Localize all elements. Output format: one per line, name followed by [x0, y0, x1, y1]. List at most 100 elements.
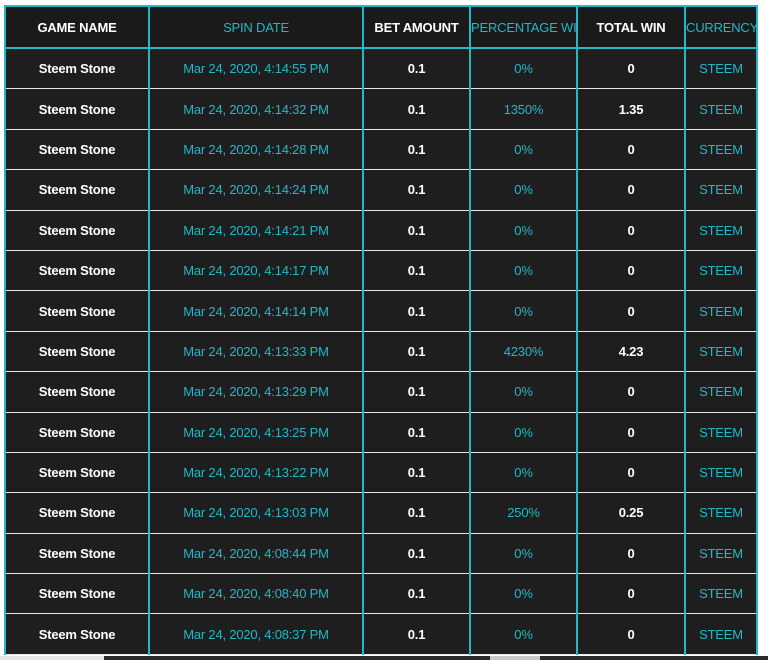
percentage-win-cell: 0% [469, 411, 578, 453]
percentage-win-cell: 0% [469, 48, 578, 90]
column-header-total-win[interactable]: TOTAL WIN [576, 5, 686, 49]
game-name-cell: Steem Stone [4, 613, 150, 655]
game-name-cell: Steem Stone [4, 451, 150, 494]
table-row[interactable]: Steem Stone Mar 24, 2020, 4:14:21 PM 0.1 0%… [4, 209, 758, 251]
table-row[interactable]: Steem Stone Mar 24, 2020, 4:13:33 PM 0.1 42… [4, 330, 758, 373]
percentage-win-cell: 0% [469, 573, 578, 615]
spin-date-cell: Mar 24, 2020, 4:08:37 PM [148, 613, 364, 655]
game-name-cell: Steem Stone [4, 573, 150, 615]
total-win-cell: 1.35 [576, 88, 686, 130]
game-name-cell: Steem Stone [4, 492, 150, 534]
spin-date-cell: Mar 24, 2020, 4:13:33 PM [148, 330, 364, 373]
total-win-cell: 4.23 [576, 330, 686, 373]
game-name-cell: Steem Stone [4, 209, 150, 251]
table-header: GAME NAME SPIN DATE BET AMOUNT PERCENTAG… [4, 5, 758, 49]
currency-cell: STEEM [684, 371, 758, 413]
table-row[interactable]: Steem Stone Mar 24, 2020, 4:08:44 PM 0.1 0%… [4, 532, 758, 575]
table-body: Steem Stone Mar 24, 2020, 4:14:55 PM 0.1 0%… [4, 48, 758, 655]
column-header-currency[interactable]: CURRENCY [684, 5, 758, 49]
horizontal-scrollbar[interactable] [0, 656, 768, 660]
bet-amount-cell: 0.1 [362, 492, 471, 534]
total-win-cell: 0 [576, 411, 686, 453]
total-win-cell: 0 [576, 613, 686, 655]
currency-cell: STEEM [684, 249, 758, 292]
table-row[interactable]: Steem Stone Mar 24, 2020, 4:13:25 PM 0.1 0%… [4, 411, 758, 453]
percentage-win-cell: 0% [469, 128, 578, 171]
percentage-win-cell: 0% [469, 249, 578, 292]
bet-amount-cell: 0.1 [362, 532, 471, 575]
game-name-cell: Steem Stone [4, 169, 150, 211]
game-name-cell: Steem Stone [4, 411, 150, 453]
currency-cell: STEEM [684, 290, 758, 332]
scrollbar-thumb[interactable] [490, 656, 540, 660]
total-win-cell: 0 [576, 451, 686, 494]
total-win-cell: 0 [576, 169, 686, 211]
table-row[interactable]: Steem Stone Mar 24, 2020, 4:14:17 PM 0.1 0%… [4, 249, 758, 292]
percentage-win-cell: 0% [469, 532, 578, 575]
currency-cell: STEEM [684, 613, 758, 655]
percentage-win-cell: 1350% [469, 88, 578, 130]
percentage-win-cell: 0% [469, 451, 578, 494]
spin-date-cell: Mar 24, 2020, 4:08:44 PM [148, 532, 364, 575]
currency-cell: STEEM [684, 451, 758, 494]
game-name-cell: Steem Stone [4, 532, 150, 575]
bet-amount-cell: 0.1 [362, 128, 471, 171]
bet-amount-cell: 0.1 [362, 613, 471, 655]
currency-cell: STEEM [684, 532, 758, 575]
currency-cell: STEEM [684, 128, 758, 171]
table-row[interactable]: Steem Stone Mar 24, 2020, 4:14:28 PM 0.1 0%… [4, 128, 758, 171]
bet-amount-cell: 0.1 [362, 290, 471, 332]
bet-amount-cell: 0.1 [362, 573, 471, 615]
total-win-cell: 0.25 [576, 492, 686, 534]
bet-amount-cell: 0.1 [362, 209, 471, 251]
column-header-game-name[interactable]: GAME NAME [4, 5, 150, 49]
table-row[interactable]: Steem Stone Mar 24, 2020, 4:14:14 PM 0.1 0%… [4, 290, 758, 332]
column-header-percentage-win[interactable]: PERCENTAGE WIN [469, 5, 578, 49]
bet-amount-cell: 0.1 [362, 88, 471, 130]
table-row[interactable]: Steem Stone Mar 24, 2020, 4:08:40 PM 0.1 0%… [4, 573, 758, 615]
spin-history-table: GAME NAME SPIN DATE BET AMOUNT PERCENTAG… [4, 5, 758, 655]
table-row[interactable]: Steem Stone Mar 24, 2020, 4:08:37 PM 0.1 0%… [4, 613, 758, 655]
table-row[interactable]: Steem Stone Mar 24, 2020, 4:14:55 PM 0.1 0%… [4, 48, 758, 90]
total-win-cell: 0 [576, 128, 686, 171]
percentage-win-cell: 250% [469, 492, 578, 534]
table-row[interactable]: Steem Stone Mar 24, 2020, 4:13:29 PM 0.1 0%… [4, 371, 758, 413]
total-win-cell: 0 [576, 532, 686, 575]
currency-cell: STEEM [684, 88, 758, 130]
bet-amount-cell: 0.1 [362, 48, 471, 90]
game-name-cell: Steem Stone [4, 88, 150, 130]
table-row[interactable]: Steem Stone Mar 24, 2020, 4:13:03 PM 0.1 25… [4, 492, 758, 534]
spin-date-cell: Mar 24, 2020, 4:13:03 PM [148, 492, 364, 534]
currency-cell: STEEM [684, 492, 758, 534]
total-win-cell: 0 [576, 290, 686, 332]
spin-date-cell: Mar 24, 2020, 4:14:14 PM [148, 290, 364, 332]
bet-amount-cell: 0.1 [362, 371, 471, 413]
table-row[interactable]: Steem Stone Mar 24, 2020, 4:13:22 PM 0.1 0%… [4, 451, 758, 494]
spin-date-cell: Mar 24, 2020, 4:14:55 PM [148, 48, 364, 90]
currency-cell: STEEM [684, 411, 758, 453]
scrollbar-track[interactable] [104, 656, 768, 660]
spin-date-cell: Mar 24, 2020, 4:14:32 PM [148, 88, 364, 130]
currency-cell: STEEM [684, 209, 758, 251]
total-win-cell: 0 [576, 249, 686, 292]
currency-cell: STEEM [684, 573, 758, 615]
spin-history-panel: GAME NAME SPIN DATE BET AMOUNT PERCENTAG… [0, 0, 768, 660]
game-name-cell: Steem Stone [4, 371, 150, 413]
percentage-win-cell: 0% [469, 613, 578, 655]
table-row[interactable]: Steem Stone Mar 24, 2020, 4:14:24 PM 0.1 0%… [4, 169, 758, 211]
table-row[interactable]: Steem Stone Mar 24, 2020, 4:14:32 PM 0.1 13… [4, 88, 758, 130]
percentage-win-cell: 0% [469, 290, 578, 332]
currency-cell: STEEM [684, 169, 758, 211]
bet-amount-cell: 0.1 [362, 330, 471, 373]
game-name-cell: Steem Stone [4, 48, 150, 90]
header-row: GAME NAME SPIN DATE BET AMOUNT PERCENTAG… [4, 5, 758, 49]
column-header-spin-date[interactable]: SPIN DATE [148, 5, 364, 49]
total-win-cell: 0 [576, 371, 686, 413]
spin-date-cell: Mar 24, 2020, 4:14:17 PM [148, 249, 364, 292]
spin-date-cell: Mar 24, 2020, 4:13:22 PM [148, 451, 364, 494]
total-win-cell: 0 [576, 209, 686, 251]
spin-date-cell: Mar 24, 2020, 4:13:29 PM [148, 371, 364, 413]
total-win-cell: 0 [576, 573, 686, 615]
game-name-cell: Steem Stone [4, 290, 150, 332]
column-header-bet-amount[interactable]: BET AMOUNT [362, 5, 471, 49]
